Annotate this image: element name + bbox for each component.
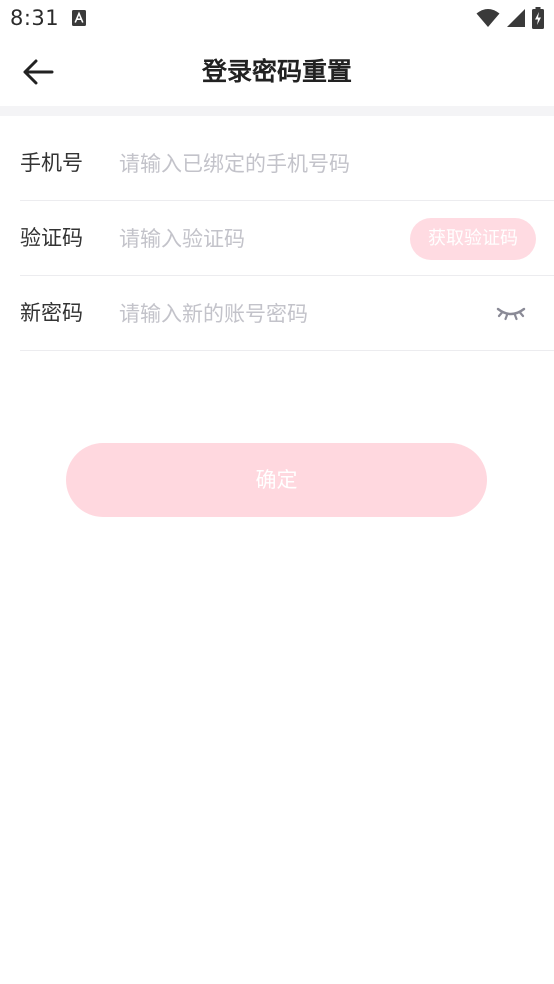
password-label: 新密码 <box>20 301 83 325</box>
reset-form: 手机号 验证码 获取验证码 新密码 <box>0 126 554 351</box>
code-row: 验证码 获取验证码 <box>20 201 554 276</box>
cellular-signal-icon <box>507 9 525 27</box>
header-divider <box>0 106 554 116</box>
phone-row: 手机号 <box>20 126 554 201</box>
verification-code-input[interactable] <box>119 219 389 259</box>
a-notification-icon <box>72 10 86 26</box>
new-password-input[interactable] <box>119 294 399 334</box>
confirm-button[interactable]: 确定 <box>66 443 487 517</box>
status-icons <box>476 7 544 29</box>
eye-closed-icon[interactable] <box>496 302 526 324</box>
wifi-icon <box>476 9 500 27</box>
reset-password-screen: 8:31 登录密码重置 手机号 请输入已绑定的手机号码 验证码 请输入验证码 获… <box>0 0 554 984</box>
phone-input[interactable] <box>119 144 399 184</box>
nav-bar: 登录密码重置 <box>0 38 554 106</box>
password-row: 新密码 <box>20 276 554 351</box>
phone-label: 手机号 <box>20 151 83 175</box>
battery-charging-icon <box>532 7 544 29</box>
page-title: 登录密码重置 <box>201 57 352 86</box>
code-label: 验证码 <box>20 226 83 250</box>
get-code-button[interactable]: 获取验证码 <box>410 218 536 260</box>
status-bar: 8:31 <box>0 0 554 38</box>
status-time: 8:31 <box>10 6 60 30</box>
